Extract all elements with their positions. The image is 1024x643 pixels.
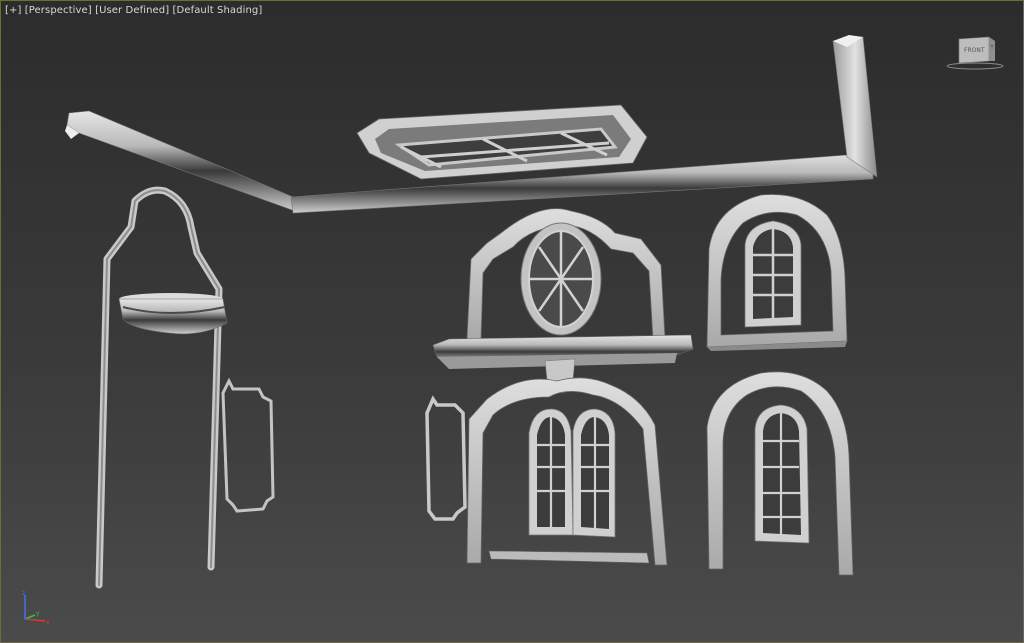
axis-tripod-icon: z y x bbox=[22, 590, 50, 626]
upper-arch-oval-window[interactable] bbox=[466, 208, 666, 340]
viewcube-front-face[interactable]: FRONT bbox=[964, 47, 985, 54]
wall-panel-center[interactable] bbox=[425, 395, 467, 521]
viewport-shading-menu[interactable]: [Default Shading] bbox=[173, 5, 263, 16]
lower-arch-double-window[interactable] bbox=[466, 377, 668, 566]
viewport-plus-menu[interactable]: [+] bbox=[5, 5, 21, 16]
skylight-frame[interactable] bbox=[356, 104, 648, 180]
viewport-label-menu: [+] [Perspective] [User Defined] [Defaul… bbox=[5, 5, 262, 16]
perspective-viewport[interactable]: [+] [Perspective] [User Defined] [Defaul… bbox=[0, 0, 1024, 643]
viewport-view-menu[interactable]: [Perspective] bbox=[25, 5, 92, 16]
wall-panel-left[interactable] bbox=[221, 377, 275, 513]
x-axis-line bbox=[24, 618, 46, 622]
scene-3d-view[interactable] bbox=[1, 1, 1024, 643]
lower-right-arch-window[interactable] bbox=[706, 371, 854, 576]
viewcube-navigator[interactable]: FRONT T bbox=[945, 35, 1005, 71]
column-cap-shelf[interactable] bbox=[118, 293, 228, 335]
x-axis-label: x bbox=[46, 619, 50, 626]
y-axis-label: y bbox=[36, 610, 40, 617]
viewport-mode-menu[interactable]: [User Defined] bbox=[95, 5, 169, 16]
z-axis-label: z bbox=[22, 590, 25, 597]
upper-right-arch-window[interactable] bbox=[706, 194, 848, 351]
tall-arch-trim[interactable] bbox=[95, 186, 223, 589]
